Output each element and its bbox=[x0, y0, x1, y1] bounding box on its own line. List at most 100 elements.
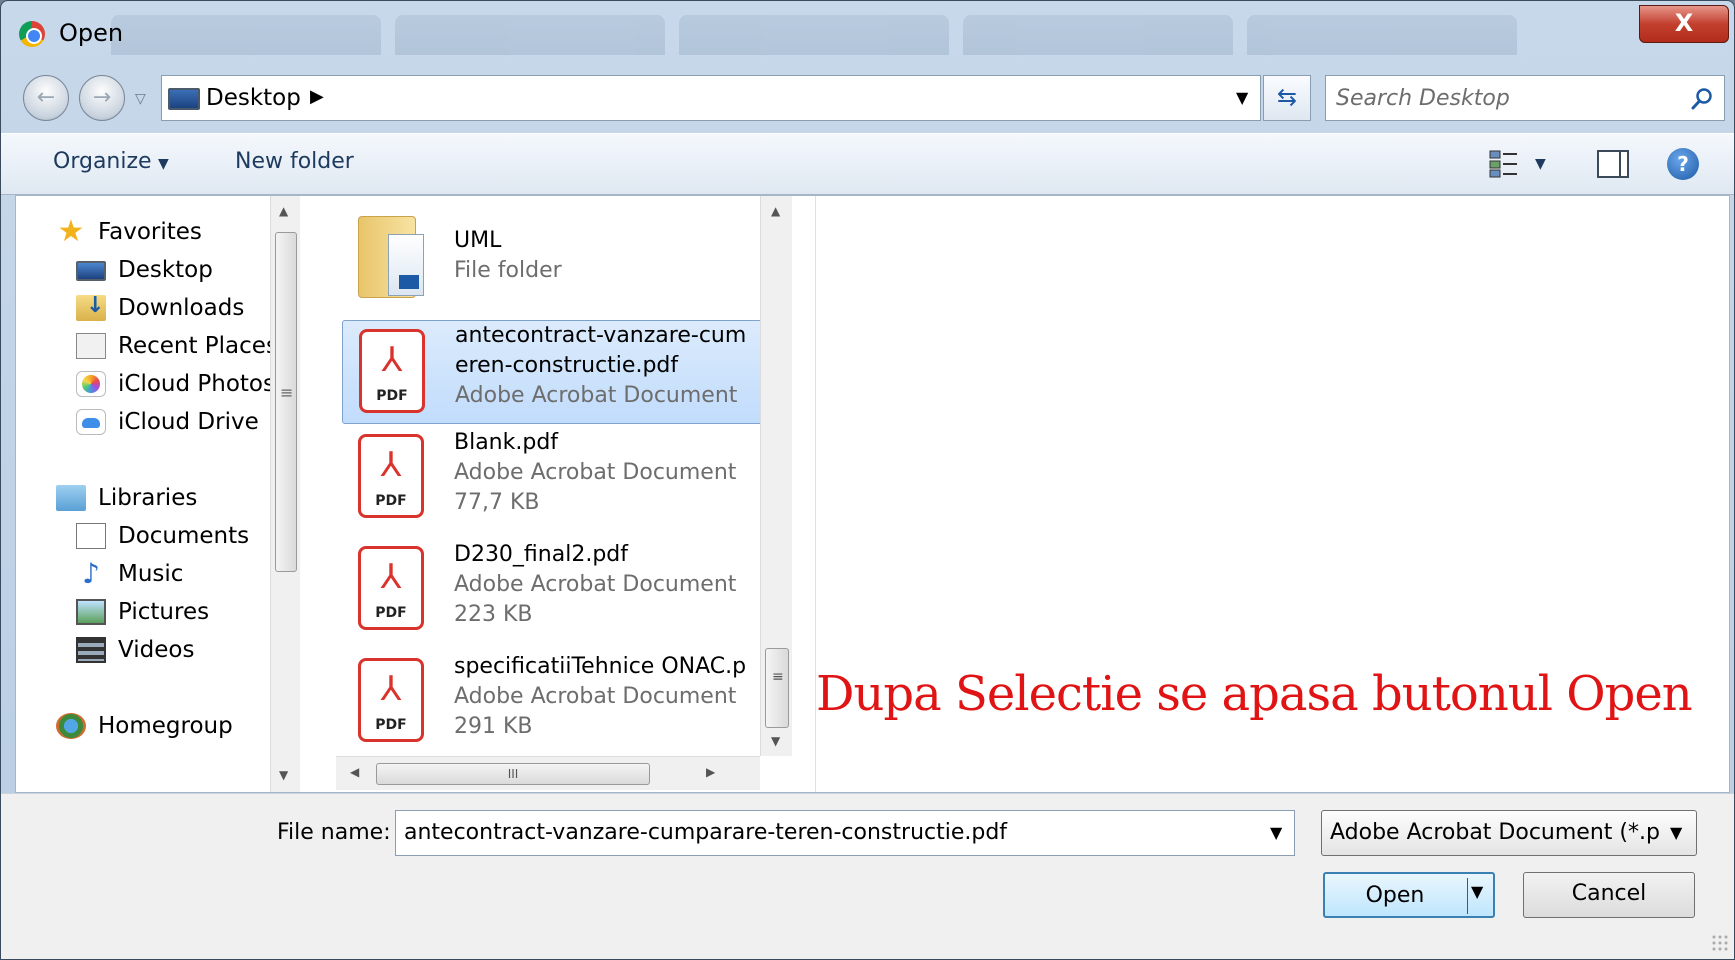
breadcrumb-desktop[interactable]: Desktop bbox=[206, 85, 301, 111]
desktop-icon bbox=[76, 261, 106, 281]
list-item-blank[interactable]: ⅄ PDF Blank.pdf Adobe Acrobat Document 7… bbox=[342, 426, 742, 530]
sidebar-item-recent-places[interactable]: Recent Places bbox=[76, 328, 278, 364]
sidebar-item-pictures[interactable]: Pictures bbox=[76, 594, 209, 630]
videos-icon bbox=[76, 637, 106, 663]
music-icon: ♪ bbox=[82, 557, 100, 590]
file-name: UML bbox=[454, 228, 502, 253]
acrobat-glyph-icon: ⅄ bbox=[380, 445, 402, 485]
navigation-scrollbar[interactable]: ▲ ≡ ▼ bbox=[270, 196, 300, 792]
resize-grip-icon[interactable] bbox=[1711, 934, 1729, 952]
sidebar-item-label: iCloud Photos bbox=[118, 371, 275, 397]
close-button[interactable]: X bbox=[1639, 5, 1729, 43]
file-type-select[interactable]: Adobe Acrobat Document (*.pc ▼ bbox=[1321, 810, 1697, 856]
scroll-grip-icon: ≡ bbox=[772, 669, 784, 685]
sidebar-item-downloads[interactable]: Downloads bbox=[76, 290, 244, 326]
sidebar-item-libraries[interactable]: Libraries bbox=[56, 480, 197, 516]
scroll-down-arrow-icon[interactable]: ▼ bbox=[771, 734, 780, 748]
sidebar-item-icloud-photos[interactable]: iCloud Photos bbox=[76, 366, 275, 402]
scroll-up-arrow-icon[interactable]: ▲ bbox=[279, 204, 288, 218]
sidebar-item-desktop[interactable]: Desktop bbox=[76, 252, 213, 288]
change-view-icon[interactable] bbox=[1489, 150, 1519, 178]
sidebar-item-homegroup[interactable]: Homegroup bbox=[56, 708, 233, 744]
view-options-caret-icon[interactable]: ▼ bbox=[1535, 156, 1546, 172]
homegroup-icon bbox=[56, 713, 86, 739]
sidebar-item-label: Videos bbox=[118, 637, 195, 663]
file-type: File folder bbox=[454, 258, 562, 283]
sidebar-item-label: Music bbox=[118, 561, 184, 587]
background-browser-tabs bbox=[111, 15, 1611, 55]
pdf-tag: PDF bbox=[376, 388, 408, 404]
file-type: Adobe Acrobat Document bbox=[454, 460, 737, 485]
file-name: specificatiiTehnice ONAC.p bbox=[454, 654, 747, 679]
scroll-down-arrow-icon[interactable]: ▼ bbox=[279, 768, 288, 782]
documents-icon bbox=[76, 523, 106, 549]
address-bar[interactable]: Desktop ▶ ▼ bbox=[161, 75, 1261, 121]
acrobat-glyph-icon: ⅄ bbox=[381, 340, 403, 380]
file-list: UML File folder ⅄ PDF antecontract-vanza… bbox=[336, 196, 816, 792]
file-name-value[interactable]: antecontract-vanzare-cumparare-teren-con… bbox=[404, 820, 1007, 845]
scroll-thumb[interactable]: III bbox=[376, 763, 650, 785]
sidebar-item-label: Documents bbox=[118, 523, 250, 549]
background-tab bbox=[679, 15, 949, 55]
file-size: 223 KB bbox=[454, 602, 533, 627]
downloads-icon bbox=[76, 293, 106, 321]
list-item-uml[interactable]: UML File folder bbox=[342, 200, 742, 304]
preview-pane-icon[interactable] bbox=[1597, 150, 1629, 178]
search-box[interactable] bbox=[1325, 75, 1725, 121]
sidebar-item-label: Recent Places bbox=[118, 333, 278, 359]
scroll-thumb[interactable]: ≡ bbox=[765, 648, 789, 728]
recent-locations-dropdown[interactable]: ▽ bbox=[135, 91, 146, 107]
sidebar-item-documents[interactable]: Documents bbox=[76, 518, 249, 554]
chrome-icon bbox=[19, 21, 45, 47]
file-name: D230_final2.pdf bbox=[454, 542, 628, 567]
background-tab bbox=[1247, 15, 1517, 55]
organize-caret-icon[interactable]: ▼ bbox=[158, 156, 169, 172]
chevron-down-icon[interactable]: ▼ bbox=[1670, 823, 1682, 842]
file-list-vertical-scrollbar[interactable]: ▲ ≡ ▼ bbox=[760, 196, 792, 756]
file-size: 291 KB bbox=[454, 714, 533, 739]
scroll-up-arrow-icon[interactable]: ▲ bbox=[771, 204, 780, 218]
scroll-thumb[interactable]: ≡ bbox=[275, 232, 297, 572]
title-bar: Open X bbox=[1, 1, 1734, 67]
sidebar-item-label: Homegroup bbox=[98, 713, 233, 739]
pdf-tag: PDF bbox=[375, 717, 407, 733]
sidebar-item-videos[interactable]: Videos bbox=[76, 632, 194, 668]
list-item-specificatii[interactable]: ⅄ PDF specificatiiTehnice ONAC.p Adobe A… bbox=[342, 650, 746, 754]
icloud-drive-icon bbox=[76, 409, 106, 435]
forward-button[interactable]: → bbox=[79, 75, 125, 121]
help-icon[interactable]: ? bbox=[1667, 148, 1699, 180]
list-item-d230[interactable]: ⅄ PDF D230_final2.pdf Adobe Acrobat Docu… bbox=[342, 538, 742, 642]
scroll-grip-icon: ≡ bbox=[280, 383, 294, 402]
background-tab bbox=[963, 15, 1233, 55]
address-row: ← → ▽ Desktop ▶ ▼ ⇆ bbox=[1, 67, 1734, 133]
sidebar-item-icloud-drive[interactable]: iCloud Drive bbox=[76, 404, 259, 440]
file-list-horizontal-scrollbar[interactable]: ◀ III ▶ bbox=[336, 756, 760, 790]
address-dropdown-icon[interactable]: ▼ bbox=[1236, 88, 1248, 107]
file-name-field[interactable]: antecontract-vanzare-cumparare-teren-con… bbox=[395, 810, 1295, 856]
list-item-antecontract[interactable]: ⅄ PDF antecontract-vanzare-cum eren-cons… bbox=[342, 320, 762, 424]
sidebar-item-favorites[interactable]: ★ Favorites bbox=[56, 214, 202, 250]
command-toolbar: Organize ▼ New folder ▼ ? bbox=[1, 133, 1734, 195]
scroll-right-arrow-icon[interactable]: ▶ bbox=[706, 765, 715, 779]
sidebar-item-music[interactable]: ♪ Music bbox=[76, 556, 183, 592]
background-tab bbox=[395, 15, 665, 55]
chevron-down-icon[interactable]: ▼ bbox=[1270, 823, 1282, 842]
back-button[interactable]: ← bbox=[23, 75, 69, 121]
pdf-tag: PDF bbox=[375, 493, 407, 509]
open-button[interactable]: Open ▼ bbox=[1323, 872, 1495, 918]
organize-button[interactable]: Organize bbox=[53, 149, 152, 174]
pdf-icon: ⅄ PDF bbox=[358, 658, 424, 742]
scroll-left-arrow-icon[interactable]: ◀ bbox=[350, 765, 359, 779]
cancel-button[interactable]: Cancel bbox=[1523, 872, 1695, 918]
file-name-continued: eren-constructie.pdf bbox=[455, 353, 679, 378]
folder-icon bbox=[358, 210, 428, 300]
open-options-chevron-icon[interactable]: ▼ bbox=[1471, 882, 1483, 901]
refresh-button[interactable]: ⇆ bbox=[1263, 75, 1311, 121]
breadcrumb-chevron-icon[interactable]: ▶ bbox=[310, 86, 324, 107]
search-input[interactable] bbox=[1336, 82, 1676, 114]
new-folder-button[interactable]: New folder bbox=[235, 149, 354, 174]
sidebar-item-label: iCloud Drive bbox=[118, 409, 259, 435]
acrobat-glyph-icon: ⅄ bbox=[380, 557, 402, 597]
file-name-label: File name: bbox=[277, 820, 391, 845]
search-icon[interactable] bbox=[1690, 87, 1714, 111]
